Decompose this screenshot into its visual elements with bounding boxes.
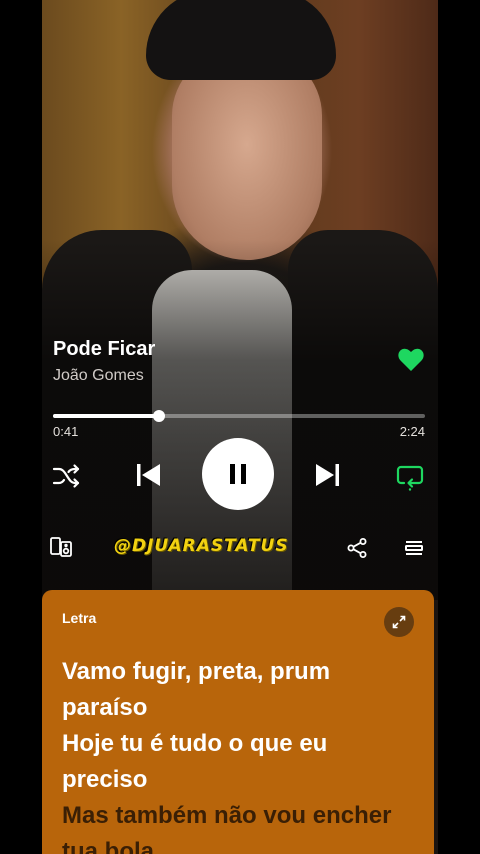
expand-lyrics-button[interactable] [384, 607, 414, 637]
expand-icon [392, 615, 406, 629]
connect-devices-icon[interactable] [46, 532, 76, 562]
now-playing-screen: Pode Ficar João Gomes 0:41 2:24 @DJUARAS… [42, 0, 438, 854]
lyric-line[interactable]: preciso [62, 762, 422, 798]
lyric-line[interactable]: Hoje tu é tudo o que eu [62, 726, 422, 762]
progress-handle[interactable] [153, 410, 166, 422]
watermark-text: @DJUARASTATUS [114, 536, 289, 556]
share-icon[interactable] [344, 535, 370, 561]
like-heart-icon[interactable] [398, 348, 424, 372]
track-artist[interactable]: João Gomes [53, 367, 144, 385]
lyric-line[interactable]: Mas também não vou encher [62, 798, 422, 834]
queue-icon[interactable] [401, 535, 427, 561]
pause-button[interactable] [202, 438, 274, 510]
lyric-line[interactable]: tua bola [62, 834, 422, 854]
pause-icon [230, 464, 246, 484]
time-total: 2:24 [399, 424, 425, 439]
lyrics-card[interactable]: Letra Vamo fugir, preta, prum paraíso Ho… [42, 590, 434, 854]
lyric-line[interactable]: paraíso [62, 690, 422, 726]
progress-bar[interactable] [53, 410, 425, 422]
shuffle-icon[interactable] [48, 458, 84, 494]
lyrics-heading: Letra [62, 610, 97, 626]
skip-previous-icon[interactable] [128, 455, 168, 495]
lyrics-lines: Vamo fugir, preta, prum paraíso Hoje tu … [62, 654, 422, 854]
time-elapsed: 0:41 [53, 424, 79, 439]
progress-fill [53, 414, 160, 418]
track-title[interactable]: Pode Ficar [53, 338, 155, 361]
repeat-icon[interactable] [392, 458, 428, 494]
album-artist-photo [42, 0, 438, 600]
skip-next-icon[interactable] [308, 455, 348, 495]
lyric-line[interactable]: Vamo fugir, preta, prum [62, 654, 422, 690]
